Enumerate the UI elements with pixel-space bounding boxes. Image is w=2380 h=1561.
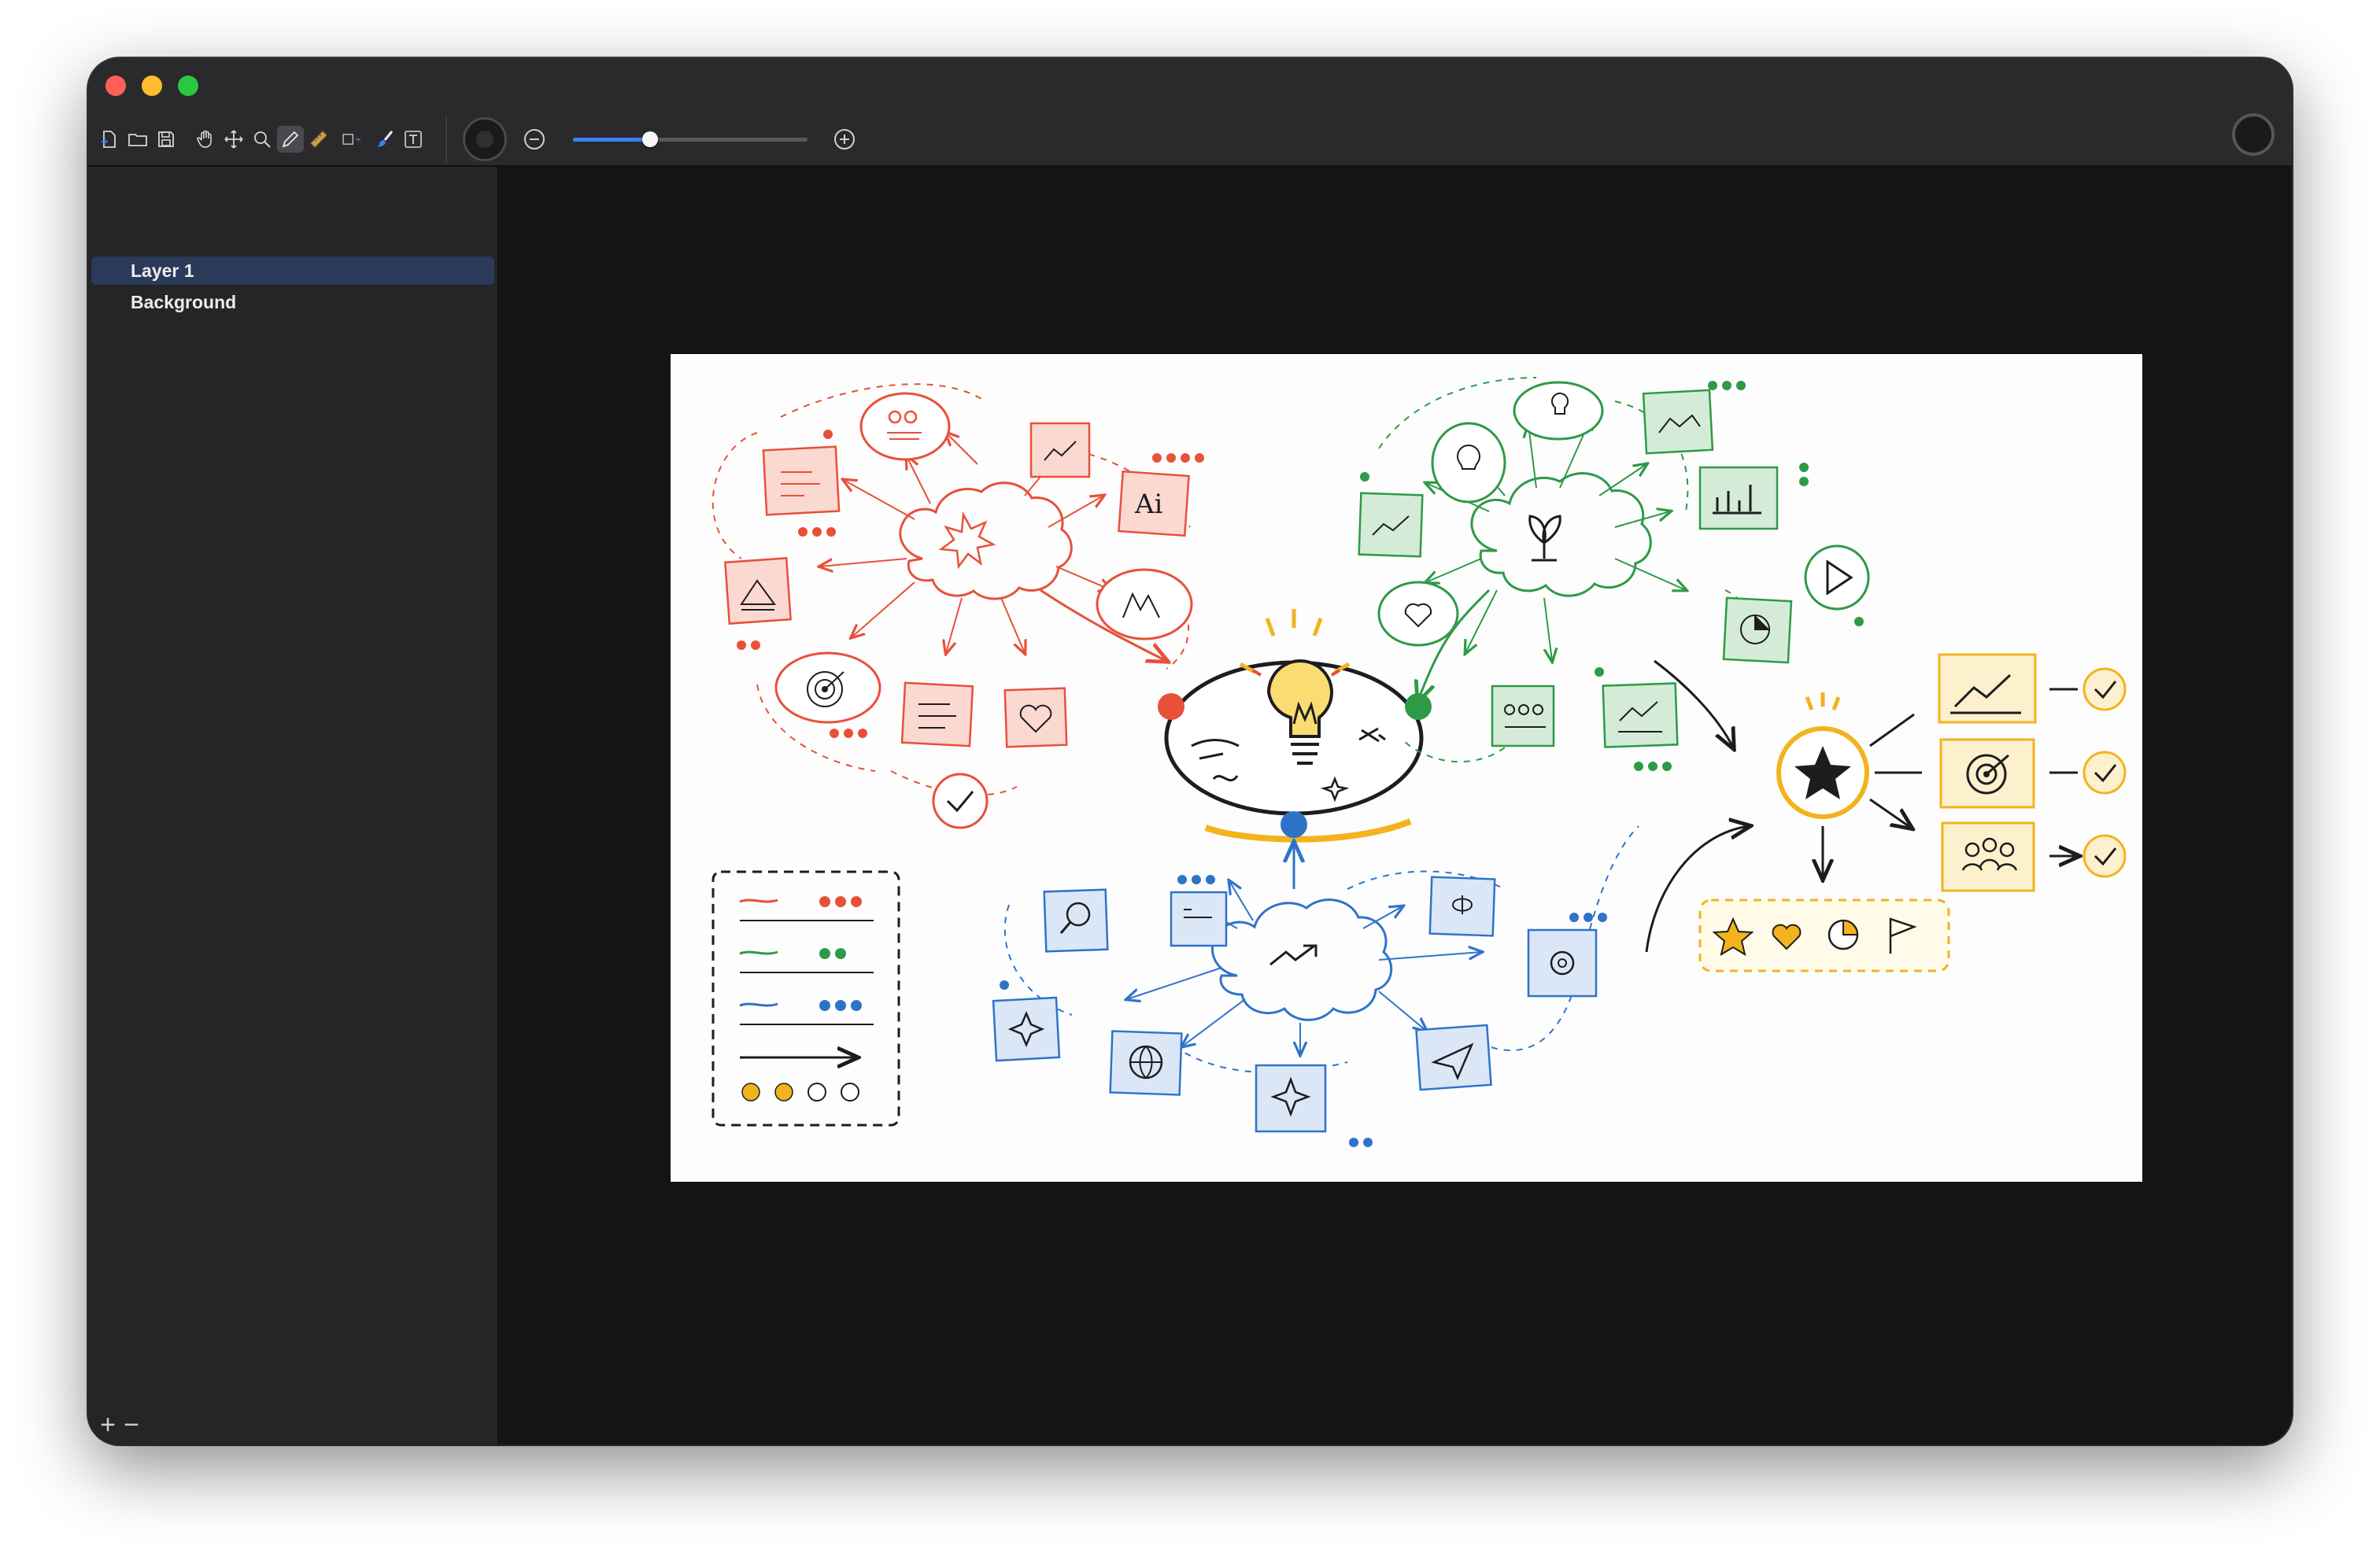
move-tool-icon[interactable]: [220, 126, 247, 153]
title-bar: [88, 58, 2292, 167]
blue-cloud: [1211, 899, 1393, 1021]
zoom-tool-icon[interactable]: [249, 126, 275, 153]
shape-tool-icon[interactable]: [334, 126, 370, 153]
canvas-workspace[interactable]: Ai: [499, 167, 2292, 1445]
add-layer-button[interactable]: +: [96, 1412, 120, 1438]
close-button[interactable]: [105, 76, 126, 96]
outcome-cluster: [1645, 653, 2127, 972]
zoom-slider-thumb[interactable]: [642, 131, 659, 147]
brush-tool-icon[interactable]: [371, 126, 398, 153]
layer-row-background[interactable]: Background: [91, 288, 494, 316]
user-avatar-button[interactable]: [2232, 113, 2275, 156]
legend-box: [711, 870, 900, 1127]
document-canvas[interactable]: Ai: [671, 354, 2142, 1182]
green-cards: [1358, 381, 1870, 748]
zoom-out-icon[interactable]: [521, 126, 548, 153]
open-folder-icon[interactable]: [124, 126, 151, 153]
new-file-icon[interactable]: [96, 126, 123, 153]
toolbar-separator: [445, 116, 447, 163]
zoom-slider[interactable]: [573, 127, 808, 151]
toolbar: [96, 116, 858, 163]
svg-text:Ai: Ai: [1134, 489, 1163, 520]
minimize-button[interactable]: [142, 76, 162, 96]
layer-label: Background: [131, 291, 237, 312]
pencil-tool-icon[interactable]: [277, 126, 304, 153]
hand-tool-icon[interactable]: [192, 126, 219, 153]
layer-row-layer-1[interactable]: Layer 1: [91, 256, 494, 285]
zoom-in-icon[interactable]: [831, 126, 858, 153]
save-icon[interactable]: [153, 126, 179, 153]
ruler-tool-icon[interactable]: [305, 126, 332, 153]
remove-layer-button[interactable]: −: [120, 1412, 143, 1438]
text-tool-icon[interactable]: [400, 126, 427, 153]
color-picker-button[interactable]: [463, 117, 507, 161]
layers-sidebar: Layer 1 Background + −: [88, 167, 499, 1445]
app-window: Layer 1 Background + − Ai: [88, 58, 2292, 1445]
sketch-mindmap-illustration: Ai: [711, 377, 2127, 1147]
layer-label: Layer 1: [131, 260, 194, 281]
green-cloud: [1470, 472, 1652, 597]
layers-footer: + −: [96, 1412, 143, 1438]
central-idea: [1158, 609, 1432, 843]
maximize-button[interactable]: [178, 76, 198, 96]
blue-cards: [992, 876, 1598, 1133]
